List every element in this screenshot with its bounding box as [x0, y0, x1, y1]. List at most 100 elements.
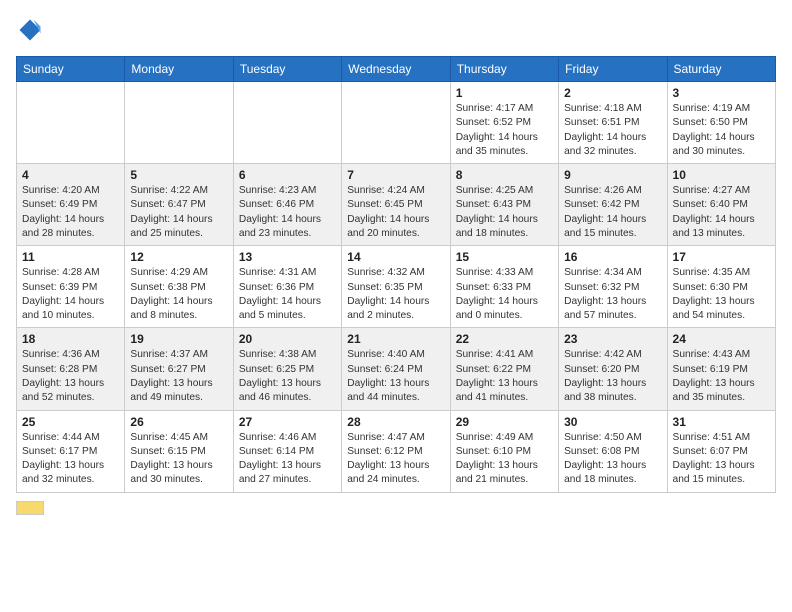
day-number: 20: [239, 332, 336, 346]
calendar-cell: 28 Sunrise: 4:47 AM Sunset: 6:12 PM Dayli…: [342, 410, 450, 492]
calendar-cell: 26Sunrise: 4:45 AM Sunset: 6:15 PM Dayli…: [125, 410, 233, 492]
day-number: 14: [347, 250, 444, 264]
day-info: Sunrise: 4:47 AM Sunset: 6:12 PM Dayligh…: [347, 431, 444, 488]
day-info: Sunrise: 4:23 AM Sunset: 6:46 PM Dayligh…: [239, 184, 336, 241]
weekday-header: Monday: [125, 57, 233, 82]
calendar-cell: 11Sunrise: 4:28 AM Sunset: 6:39 PM Dayli…: [17, 246, 125, 328]
day-info: Sunrise: 4:40 AM Sunset: 6:24 PM Dayligh…: [347, 348, 444, 405]
day-info: Sunrise: 4:41 AM Sunset: 6:22 PM Dayligh…: [456, 348, 553, 405]
day-number: 7: [347, 168, 444, 182]
calendar-cell: 16 Sunrise: 4:34 AM Sunset: 6:32 PM Dayli…: [559, 246, 667, 328]
day-number: 23: [564, 332, 661, 346]
day-info: Sunrise: 4:31 AM Sunset: 6:36 PM Dayligh…: [239, 266, 336, 323]
day-info: Sunrise: 4:25 AM Sunset: 6:43 PM Dayligh…: [456, 184, 553, 241]
day-number: 28: [347, 415, 444, 429]
calendar-cell: 24 Sunrise: 4:43 AM Sunset: 6:19 PM Dayli…: [667, 328, 775, 410]
calendar-cell: 5 Sunrise: 4:22 AM Sunset: 6:47 PM Daylig…: [125, 164, 233, 246]
day-info: Sunrise: 4:24 AM Sunset: 6:45 PM Dayligh…: [347, 184, 444, 241]
day-info: Sunrise: 4:51 AM Sunset: 6:07 PM Dayligh…: [673, 431, 770, 488]
calendar-cell: 6 Sunrise: 4:23 AM Sunset: 6:46 PM Daylig…: [233, 164, 341, 246]
footer: [16, 501, 776, 515]
calendar-cell: 20 Sunrise: 4:38 AM Sunset: 6:25 PM Dayli…: [233, 328, 341, 410]
daylight-swatch: [16, 501, 44, 515]
day-info: Sunrise: 4:18 AM Sunset: 6:51 PM Dayligh…: [564, 102, 661, 159]
day-number: 24: [673, 332, 770, 346]
day-number: 6: [239, 168, 336, 182]
day-number: 29: [456, 415, 553, 429]
weekday-header: Wednesday: [342, 57, 450, 82]
calendar-cell: 30 Sunrise: 4:50 AM Sunset: 6:08 PM Dayli…: [559, 410, 667, 492]
calendar-week-row: 11Sunrise: 4:28 AM Sunset: 6:39 PM Dayli…: [17, 246, 776, 328]
logo: [16, 16, 48, 44]
day-number: 2: [564, 86, 661, 100]
calendar-cell: 9 Sunrise: 4:26 AM Sunset: 6:42 PM Daylig…: [559, 164, 667, 246]
calendar-cell: 17Sunrise: 4:35 AM Sunset: 6:30 PM Dayli…: [667, 246, 775, 328]
day-info: Sunrise: 4:46 AM Sunset: 6:14 PM Dayligh…: [239, 431, 336, 488]
calendar-cell: [233, 82, 341, 164]
day-info: Sunrise: 4:38 AM Sunset: 6:25 PM Dayligh…: [239, 348, 336, 405]
day-number: 12: [130, 250, 227, 264]
day-info: Sunrise: 4:32 AM Sunset: 6:35 PM Dayligh…: [347, 266, 444, 323]
day-info: Sunrise: 4:29 AM Sunset: 6:38 PM Dayligh…: [130, 266, 227, 323]
day-info: Sunrise: 4:50 AM Sunset: 6:08 PM Dayligh…: [564, 431, 661, 488]
day-info: Sunrise: 4:42 AM Sunset: 6:20 PM Dayligh…: [564, 348, 661, 405]
calendar-cell: 14 Sunrise: 4:32 AM Sunset: 6:35 PM Dayli…: [342, 246, 450, 328]
day-info: Sunrise: 4:27 AM Sunset: 6:40 PM Dayligh…: [673, 184, 770, 241]
calendar-cell: 23 Sunrise: 4:42 AM Sunset: 6:20 PM Dayli…: [559, 328, 667, 410]
logo-icon: [16, 16, 44, 44]
day-number: 9: [564, 168, 661, 182]
calendar-week-row: 1Sunrise: 4:17 AM Sunset: 6:52 PM Daylig…: [17, 82, 776, 164]
day-info: Sunrise: 4:45 AM Sunset: 6:15 PM Dayligh…: [130, 431, 227, 488]
day-number: 31: [673, 415, 770, 429]
calendar-cell: 10 Sunrise: 4:27 AM Sunset: 6:40 PM Dayli…: [667, 164, 775, 246]
day-info: Sunrise: 4:26 AM Sunset: 6:42 PM Dayligh…: [564, 184, 661, 241]
weekday-header: Tuesday: [233, 57, 341, 82]
calendar-cell: 21 Sunrise: 4:40 AM Sunset: 6:24 PM Dayli…: [342, 328, 450, 410]
day-info: Sunrise: 4:20 AM Sunset: 6:49 PM Dayligh…: [22, 184, 119, 241]
calendar-table: SundayMondayTuesdayWednesdayThursdayFrid…: [16, 56, 776, 493]
day-info: Sunrise: 4:43 AM Sunset: 6:19 PM Dayligh…: [673, 348, 770, 405]
day-number: 16: [564, 250, 661, 264]
calendar-cell: 29Sunrise: 4:49 AM Sunset: 6:10 PM Dayli…: [450, 410, 558, 492]
calendar-cell: 7 Sunrise: 4:24 AM Sunset: 6:45 PM Daylig…: [342, 164, 450, 246]
day-number: 4: [22, 168, 119, 182]
calendar-cell: [125, 82, 233, 164]
calendar-cell: 19 Sunrise: 4:37 AM Sunset: 6:27 PM Dayli…: [125, 328, 233, 410]
day-number: 25: [22, 415, 119, 429]
calendar-cell: 13 Sunrise: 4:31 AM Sunset: 6:36 PM Dayli…: [233, 246, 341, 328]
calendar-cell: 18Sunrise: 4:36 AM Sunset: 6:28 PM Dayli…: [17, 328, 125, 410]
day-number: 11: [22, 250, 119, 264]
day-number: 18: [22, 332, 119, 346]
day-info: Sunrise: 4:35 AM Sunset: 6:30 PM Dayligh…: [673, 266, 770, 323]
day-number: 19: [130, 332, 227, 346]
calendar-cell: [342, 82, 450, 164]
calendar-cell: 2 Sunrise: 4:18 AM Sunset: 6:51 PM Daylig…: [559, 82, 667, 164]
weekday-header: Friday: [559, 57, 667, 82]
day-number: 3: [673, 86, 770, 100]
calendar-cell: 31 Sunrise: 4:51 AM Sunset: 6:07 PM Dayli…: [667, 410, 775, 492]
calendar-header-row: SundayMondayTuesdayWednesdayThursdayFrid…: [17, 57, 776, 82]
calendar-week-row: 25Sunrise: 4:44 AM Sunset: 6:17 PM Dayli…: [17, 410, 776, 492]
calendar-cell: 25Sunrise: 4:44 AM Sunset: 6:17 PM Dayli…: [17, 410, 125, 492]
day-info: Sunrise: 4:19 AM Sunset: 6:50 PM Dayligh…: [673, 102, 770, 159]
day-number: 10: [673, 168, 770, 182]
day-info: Sunrise: 4:34 AM Sunset: 6:32 PM Dayligh…: [564, 266, 661, 323]
day-number: 13: [239, 250, 336, 264]
day-info: Sunrise: 4:37 AM Sunset: 6:27 PM Dayligh…: [130, 348, 227, 405]
day-number: 1: [456, 86, 553, 100]
calendar-cell: 4 Sunrise: 4:20 AM Sunset: 6:49 PM Daylig…: [17, 164, 125, 246]
calendar-week-row: 18Sunrise: 4:36 AM Sunset: 6:28 PM Dayli…: [17, 328, 776, 410]
day-number: 30: [564, 415, 661, 429]
day-number: 27: [239, 415, 336, 429]
day-number: 5: [130, 168, 227, 182]
day-number: 22: [456, 332, 553, 346]
calendar-cell: 15 Sunrise: 4:33 AM Sunset: 6:33 PM Dayli…: [450, 246, 558, 328]
day-number: 15: [456, 250, 553, 264]
day-number: 21: [347, 332, 444, 346]
day-info: Sunrise: 4:33 AM Sunset: 6:33 PM Dayligh…: [456, 266, 553, 323]
weekday-header: Saturday: [667, 57, 775, 82]
day-info: Sunrise: 4:22 AM Sunset: 6:47 PM Dayligh…: [130, 184, 227, 241]
calendar-cell: [17, 82, 125, 164]
calendar-cell: 27 Sunrise: 4:46 AM Sunset: 6:14 PM Dayli…: [233, 410, 341, 492]
weekday-header: Thursday: [450, 57, 558, 82]
